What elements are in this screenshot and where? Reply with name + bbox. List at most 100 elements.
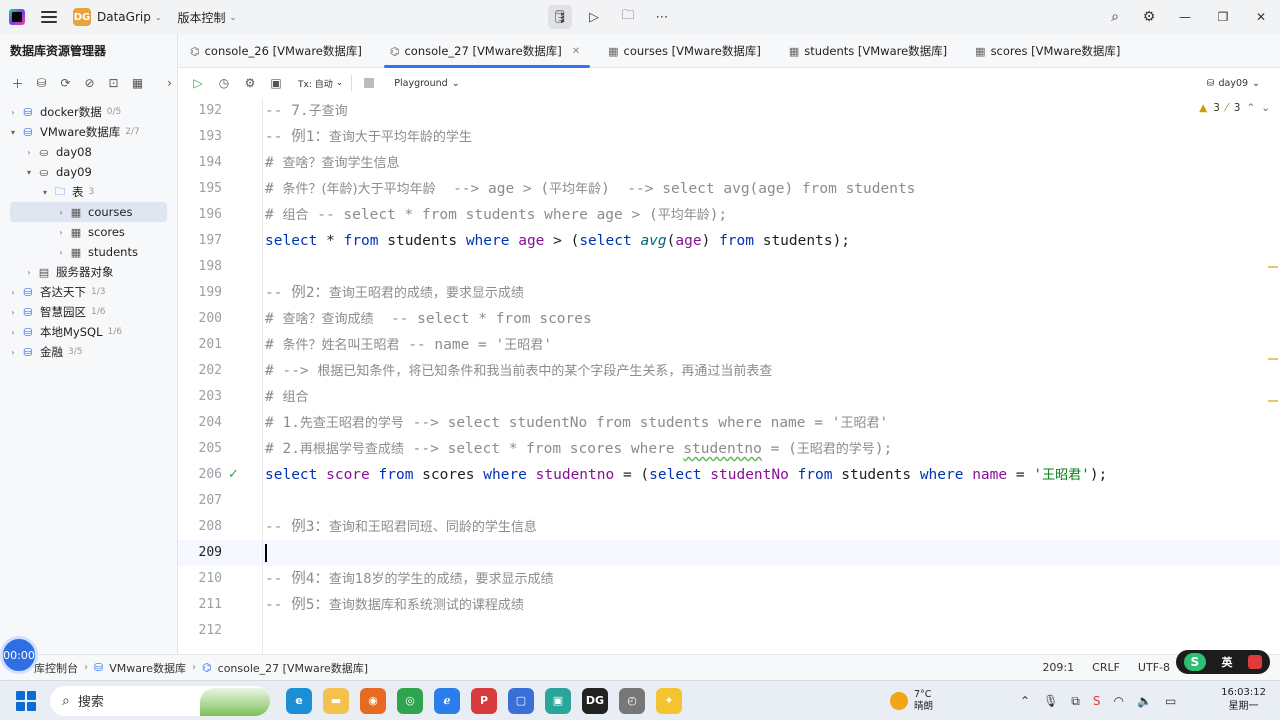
code-line[interactable]: # 查啥？查询成绩 -- select * from scores	[265, 306, 592, 332]
jump-to-console-icon[interactable]: ⊡	[106, 76, 121, 90]
chat-app-icon[interactable]: ▢	[508, 687, 534, 714]
ie-browser-icon[interactable]: ℯ	[434, 687, 460, 714]
edge-browser-icon[interactable]: e	[286, 687, 312, 714]
search-icon[interactable]: ⌕	[1098, 0, 1132, 34]
file-encoding[interactable]: UTF-8	[1138, 661, 1170, 674]
tree-item[interactable]: › ⛁ 本地MySQL 1/6	[0, 322, 177, 342]
collapse-arrow-icon[interactable]: ›	[162, 76, 177, 90]
sogou-tray-icon[interactable]: S	[1093, 694, 1101, 708]
editor-tab[interactable]: ⌬ console_27 [VMware数据库] ✕	[378, 34, 596, 68]
battery-icon[interactable]: ▭	[1165, 694, 1176, 708]
code-line[interactable]: # 1.先查王昭君的学号 --> select studentNo from s…	[265, 410, 888, 436]
tree-item[interactable]: › ⛁ docker数据 0/5	[0, 102, 177, 122]
recording-timer[interactable]: 00:00	[0, 636, 38, 674]
stop-icon[interactable]	[364, 78, 375, 88]
chevron-right-icon[interactable]: ›	[22, 268, 36, 277]
chevron-up-icon[interactable]: ⌃	[1020, 694, 1030, 708]
tree-item[interactable]: › ▤ 服务器对象	[0, 262, 177, 282]
run-services-icon[interactable]: ▷	[582, 5, 606, 29]
breadcrumb-database[interactable]: VMware数据库	[109, 660, 186, 676]
chevron-right-icon[interactable]: ›	[54, 248, 68, 257]
tree-item[interactable]: ▾ 🗀 表 3	[0, 182, 177, 202]
network-icon[interactable]: ⧉	[1071, 694, 1080, 709]
chevron-right-icon[interactable]: ›	[54, 208, 68, 217]
code-line[interactable]: -- 例3：查询和王昭君同班、同龄的学生信息	[265, 514, 537, 540]
caret-position[interactable]: 209:1	[1042, 661, 1074, 674]
editor-tab[interactable]: ▦ courses [VMware数据库]	[596, 34, 777, 68]
clock-app-icon[interactable]: ◴	[619, 687, 645, 714]
code-line[interactable]: -- 例2：查询王昭君的成绩，要求显示成绩	[265, 280, 524, 306]
line-separator[interactable]: CRLF	[1092, 661, 1120, 674]
chevron-down-icon[interactable]: ⌄	[1261, 102, 1270, 114]
chevron-right-icon[interactable]: ›	[6, 308, 20, 317]
input-method-widget[interactable]: S 英	[1176, 650, 1270, 674]
project-selector[interactable]: DataGrip ⌄	[97, 10, 162, 24]
table-view-icon[interactable]: ▦	[130, 76, 145, 90]
database-icon[interactable]: 🛢	[548, 5, 572, 29]
firefox-icon[interactable]: ◉	[360, 687, 386, 714]
wifi-icon[interactable]: ◠	[1114, 694, 1124, 708]
tree-item[interactable]: › ⛁ 金融 3/5	[0, 342, 177, 362]
chrome-icon[interactable]: ◎	[397, 687, 423, 714]
playground-select[interactable]: Playground ⌄	[394, 78, 459, 89]
tree-item[interactable]: › ▦ scores	[0, 222, 177, 242]
code-line[interactable]: # 查啥？查询学生信息	[265, 150, 399, 176]
tree-item[interactable]: › ⛀ day08	[0, 142, 177, 162]
tree-item[interactable]: › ▦ students	[0, 242, 177, 262]
refresh-icon[interactable]: ⟳	[58, 76, 73, 90]
volume-icon[interactable]: 🔈	[1137, 694, 1152, 708]
taskbar-clock[interactable]: 16:03:12 星期一	[1221, 686, 1266, 714]
run-icon[interactable]: ▷	[186, 76, 210, 90]
chevron-up-icon[interactable]: ⌃	[1246, 102, 1255, 114]
sql-editor[interactable]: 192 193 194 195 196 197 198 199 200 201 202 203 204 2…	[178, 98, 1280, 654]
pdf-reader-icon[interactable]: P	[471, 687, 497, 714]
history-icon[interactable]: ◷	[212, 76, 236, 90]
close-button[interactable]: ✕	[1242, 0, 1280, 34]
code-line[interactable]: # 条件？(年龄)大于平均年龄 --> age > (平均年龄) --> sel…	[265, 176, 915, 202]
code-line[interactable]: -- 例1：查询大于平均年龄的学生	[265, 124, 472, 150]
project-badge[interactable]: DG	[73, 8, 91, 26]
editor-tab[interactable]: ▦ students [VMware数据库]	[777, 34, 963, 68]
tree-item[interactable]: › ⛁ 智慧园区 1/6	[0, 302, 177, 322]
code-area[interactable]: -- 7.子查询 -- 例1：查询大于平均年龄的学生 # 查啥？查询学生信息 # 条件…	[262, 98, 1280, 654]
more-icon[interactable]: ⋯	[650, 5, 674, 29]
add-icon[interactable]: ＋	[10, 75, 25, 92]
chevron-down-icon[interactable]: ▾	[6, 128, 20, 137]
tree-item[interactable]: › ▦ courses	[10, 202, 167, 222]
editor-tab[interactable]: ⌬ console_26 [VMware数据库]	[178, 34, 378, 68]
output-icon[interactable]: ▣	[264, 76, 288, 90]
transaction-mode-select[interactable]: Tx: 自动 ⌄	[298, 77, 343, 90]
datasource-properties-icon[interactable]: ⛁	[34, 76, 49, 90]
main-menu-icon[interactable]	[41, 11, 57, 23]
error-stripe-mark[interactable]	[1268, 400, 1278, 402]
chevron-down-icon[interactable]: ▾	[22, 168, 36, 177]
chevron-down-icon[interactable]: ▾	[38, 188, 52, 197]
file-explorer-icon[interactable]: ▬	[323, 687, 349, 714]
breadcrumb-console[interactable]: 库控制台	[34, 660, 78, 676]
inspection-widget[interactable]: ▲ 3 ⁄ 3 ⌃ ⌄	[1199, 102, 1270, 114]
chevron-right-icon[interactable]: ›	[54, 228, 68, 237]
close-icon[interactable]: ✕	[572, 46, 580, 57]
code-line[interactable]: -- 例4：查询18岁的学生的成绩，要求显示成绩	[265, 566, 553, 592]
restore-button[interactable]: ❐	[1204, 0, 1242, 34]
tree-item[interactable]: ▾ ⛀ day09	[0, 162, 177, 182]
folder-icon[interactable]: 🗀	[616, 5, 640, 29]
microphone-icon[interactable]: 🎙	[1043, 694, 1058, 708]
code-line[interactable]: -- 例5：查询数据库和系统测试的课程成绩	[265, 592, 524, 618]
windows-start-icon[interactable]	[16, 690, 36, 711]
datagrip-taskbar-icon[interactable]: DG	[582, 687, 608, 714]
taskbar-search[interactable]: ⌕ 搜索	[50, 685, 270, 716]
tree-item[interactable]: › ⛁ 吝达天下 1/3	[0, 282, 177, 302]
chevron-right-icon[interactable]: ›	[6, 348, 20, 357]
vcs-menu[interactable]: 版本控制 ⌄	[178, 9, 237, 26]
media-app-icon[interactable]: ✦	[656, 687, 682, 714]
weather-widget[interactable]: 7°C 晴朗	[890, 681, 933, 720]
line-number-gutter[interactable]: 192 193 194 195 196 197 198 199 200 201 202 203 204 2…	[178, 98, 262, 654]
code-line[interactable]: # 条件？姓名叫王昭君 -- name = '王昭君'	[265, 332, 552, 358]
chevron-right-icon[interactable]: ›	[22, 148, 36, 157]
code-line[interactable]: -- 7.子查询	[265, 98, 348, 124]
code-line[interactable]: # 组合 -- select * from students where age…	[265, 202, 727, 228]
breadcrumb-file[interactable]: console_27 [VMware数据库]	[218, 660, 368, 676]
schema-select[interactable]: ⛁ day09 ⌄	[1207, 78, 1261, 89]
error-stripe-mark[interactable]	[1268, 266, 1278, 268]
